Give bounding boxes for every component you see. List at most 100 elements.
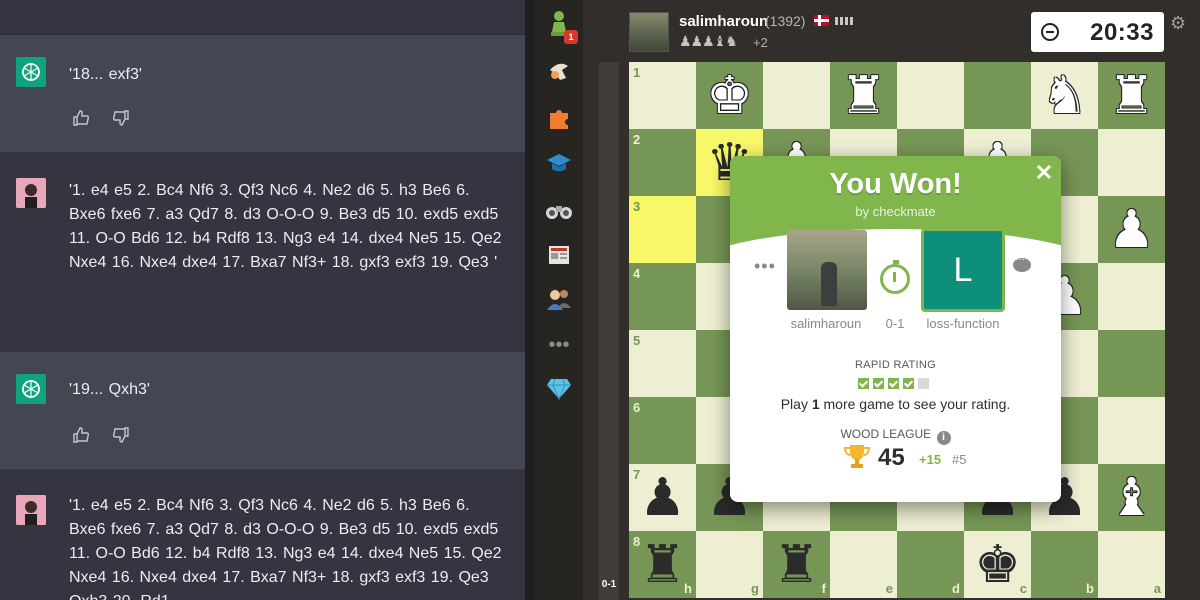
league-points: 45 [878,444,905,471]
play-more-prefix: Play [780,396,812,412]
thumbs-down-icon[interactable] [112,109,130,127]
board-square[interactable] [1098,397,1165,464]
chat-bubble-icon[interactable] [1013,254,1031,272]
board-square[interactable]: 6 [629,397,696,464]
black-piece-icon[interactable]: ♜ [763,531,830,598]
player-name-label: loss-function [926,316,1000,331]
black-piece-icon[interactable]: ♚ [964,531,1031,598]
social-people-icon[interactable] [544,284,574,314]
white-piece-icon[interactable]: ♜ [830,62,897,129]
play-pawn-icon[interactable]: 1 [544,8,578,44]
board-square[interactable] [763,62,830,129]
rank-label: 5 [633,333,641,348]
board-square[interactable]: a [1098,531,1165,598]
info-icon[interactable]: i [936,431,951,445]
user-message: '1. e4 e5 2. Bc4 Nf6 3. Qf3 Nc6 4. Ne2 d… [0,152,525,352]
trophy-icon [842,442,872,472]
board-square[interactable]: 7 ♟ [629,464,696,531]
rapid-rating-label: RAPID RATING [854,359,936,371]
board-square[interactable]: 2 [629,129,696,196]
board-square[interactable]: b [1031,531,1098,598]
player-avatar: L [921,228,1005,312]
white-piece-icon[interactable]: ♝ [1098,464,1165,531]
board-square[interactable]: ♝ [1098,464,1165,531]
board-square[interactable] [1098,129,1165,196]
board-square[interactable]: ♜ [1098,62,1165,129]
evaluation-bar: 0-1 [599,62,619,600]
board-square[interactable] [1098,263,1165,330]
diamond-icon[interactable] [544,373,574,403]
board-square[interactable]: 8 h ♜ [629,531,696,598]
board-square[interactable]: e [830,531,897,598]
user-message: '1. e4 e5 2. Bc4 Nf6 3. Qf3 Nc6 4. Ne2 d… [0,469,525,600]
opponent-info: salimharoun (1392) ♟♟♟♝♞ +2 [629,10,1029,54]
close-icon[interactable]: ✕ [1033,160,1055,186]
norway-flag-icon [814,15,829,26]
assistant-avatar-icon [16,374,46,404]
board-square[interactable]: ♟ [1098,196,1165,263]
settings-gear-icon[interactable]: ⚙ [1170,13,1190,33]
thumbs-up-icon[interactable] [72,109,90,127]
board-square[interactable]: ♜ [830,62,897,129]
board-square[interactable]: d [897,531,964,598]
file-label: g [751,581,759,596]
news-icon[interactable] [544,240,574,270]
user-avatar [16,178,46,208]
board-square[interactable]: 4 [629,263,696,330]
black-piece-icon[interactable]: ♟ [629,464,696,531]
board-square[interactable] [897,62,964,129]
opponent-photo [787,230,867,310]
more-options-icon[interactable]: ••• [754,256,776,277]
board-square[interactable]: ♞ [1031,62,1098,129]
pane-divider[interactable] [525,0,535,600]
play-more-text: Play 1 more game to see your rating. [730,396,1061,412]
puzzle-hand-icon[interactable] [544,56,574,86]
play-more-count: 1 [811,396,820,412]
rank-label: 2 [633,132,641,147]
clock-icon [1041,23,1059,41]
message-text: '18... exf3' [69,66,142,83]
thumbs-up-icon[interactable] [72,426,90,444]
board-square[interactable] [964,62,1031,129]
assistant-message: '19... Qxh3' [0,352,525,469]
board-square[interactable]: c ♚ [964,531,1031,598]
league-label-row: WOOD LEAGUE i [730,427,1061,445]
learn-cap-icon[interactable] [544,148,574,178]
game-progress-box [918,378,929,389]
assistant-avatar-icon [16,57,46,87]
player-initial: L [953,250,973,289]
message-text: '19... Qxh3' [69,381,150,398]
clock-time: 20:33 [1090,19,1154,46]
thumbs-down-icon[interactable] [112,426,130,444]
board-square[interactable]: 1 [629,62,696,129]
game-progress-box [858,378,869,389]
chat-top-strip [0,0,525,35]
final-score: 0-1 [885,316,905,331]
chat-pane: '18... exf3' '1. e4 e5 2. Bc4 Nf6 3. Qf3… [0,0,525,600]
game-progress-box [873,378,884,389]
board-square[interactable]: ♚ [696,62,763,129]
message-text: '1. e4 e5 2. Bc4 Nf6 3. Qf3 Nc6 4. Ne2 d… [69,497,502,600]
games-progress [858,378,929,389]
material-advantage: +2 [753,35,768,50]
result-subtitle: by checkmate [855,204,936,219]
message-text: '1. e4 e5 2. Bc4 Nf6 3. Qf3 Nc6 4. Ne2 d… [69,182,502,271]
watch-binoculars-icon[interactable] [544,195,574,225]
board-square[interactable]: g [696,531,763,598]
white-piece-icon[interactable]: ♚ [696,62,763,129]
more-dots-icon[interactable]: ••• [544,330,574,360]
white-piece-icon[interactable]: ♟ [1098,196,1165,263]
stopwatch-icon [880,260,910,294]
board-square[interactable]: 3 [629,196,696,263]
board-square[interactable]: 5 [629,330,696,397]
puzzle-piece-icon[interactable] [544,103,574,133]
result-title: You Won! [829,168,962,200]
board-square[interactable] [1098,330,1165,397]
black-piece-icon[interactable]: ♜ [629,531,696,598]
board-square[interactable]: f ♜ [763,531,830,598]
white-piece-icon[interactable]: ♜ [1098,62,1165,129]
opponent-name[interactable]: salimharoun [679,13,768,30]
file-label: d [952,581,960,596]
white-piece-icon[interactable]: ♞ [1031,62,1098,129]
opponent-avatar[interactable] [629,12,669,52]
